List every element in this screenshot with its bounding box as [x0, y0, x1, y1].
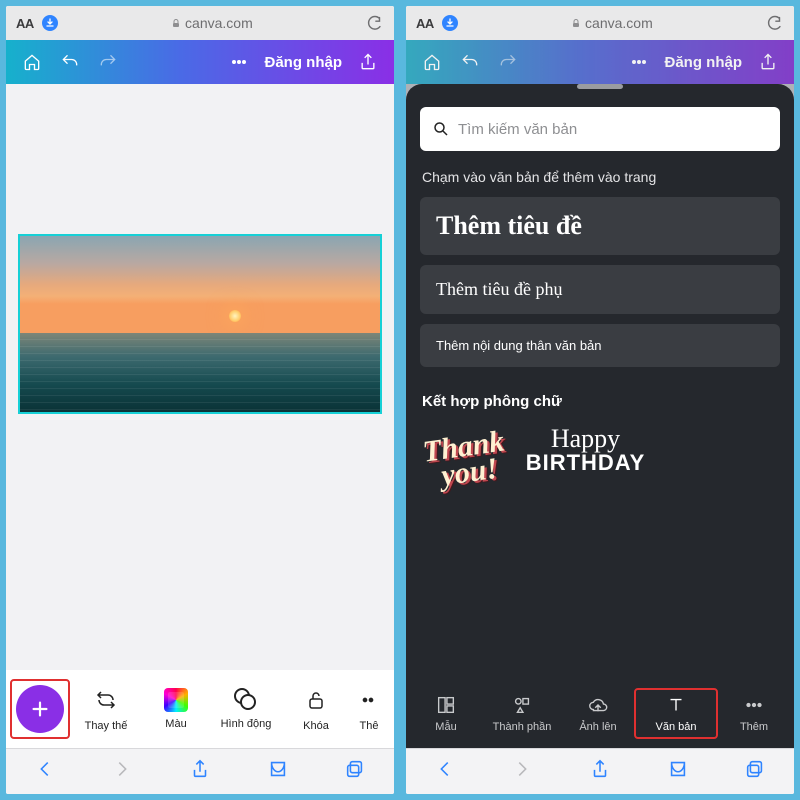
- login-button[interactable]: Đăng nhập: [659, 54, 749, 71]
- nav-label: Thành phần: [493, 721, 552, 733]
- toolbar-label: Thê: [360, 720, 379, 732]
- nav-label: Mẫu: [435, 721, 456, 733]
- nav-label: Thêm: [740, 721, 768, 733]
- templates-icon: [435, 694, 457, 716]
- font-combo-thank-you[interactable]: Thank you!: [418, 420, 511, 492]
- toolbar-label: Khóa: [303, 720, 329, 732]
- design-canvas[interactable]: [6, 84, 394, 670]
- download-indicator[interactable]: [442, 15, 458, 31]
- toolbar-label: Màu: [165, 718, 186, 730]
- more-options-button[interactable]: [221, 44, 257, 80]
- nav-label: Văn bản: [656, 721, 697, 733]
- plus-icon: [29, 698, 51, 720]
- lock-icon: [171, 18, 181, 28]
- share-button[interactable]: [350, 44, 386, 80]
- color-swatch-icon: [164, 688, 188, 712]
- forward-button: [511, 758, 533, 785]
- url-display[interactable]: canva.com: [466, 15, 758, 31]
- add-subheading-button[interactable]: Thêm tiêu đề phụ: [420, 265, 780, 314]
- tabs-button[interactable]: [344, 758, 366, 785]
- add-element-highlight: [10, 679, 70, 739]
- text-search[interactable]: Tìm kiếm văn bản: [420, 107, 780, 151]
- nav-text[interactable]: Văn bản: [634, 688, 718, 739]
- url-display[interactable]: canva.com: [66, 15, 358, 31]
- more-icon: [355, 686, 383, 714]
- back-button[interactable]: [434, 758, 456, 785]
- nav-elements[interactable]: Thành phần: [484, 694, 560, 733]
- left-screenshot: AA canva.com Đăng nhập Th: [6, 6, 394, 794]
- forward-button: [111, 758, 133, 785]
- home-button[interactable]: [14, 44, 50, 80]
- canva-app-header: Đăng nhập: [6, 40, 394, 84]
- color-button[interactable]: Màu: [142, 688, 210, 730]
- toolbar-label: Hình động: [221, 718, 272, 730]
- more-button-peek[interactable]: Thê: [352, 686, 386, 732]
- text-bottom-sheet: Tìm kiếm văn bản Chạm vào văn bản để thê…: [406, 84, 794, 678]
- text-panel-area: Tìm kiếm văn bản Chạm vào văn bản để thê…: [406, 84, 794, 678]
- safari-address-bar: AA canva.com: [6, 6, 394, 40]
- text-size-control[interactable]: AA: [416, 16, 434, 31]
- selected-image[interactable]: [18, 234, 382, 414]
- tabs-button[interactable]: [744, 758, 766, 785]
- search-icon: [432, 120, 450, 138]
- elements-icon: [511, 694, 533, 716]
- animate-icon: [234, 688, 258, 712]
- home-button[interactable]: [414, 44, 450, 80]
- font-combo-happy-birthday[interactable]: Happy BIRTHDAY: [526, 426, 646, 487]
- more-options-button[interactable]: [621, 44, 657, 80]
- tap-text-hint: Chạm vào văn bản để thêm vào trang: [422, 169, 778, 185]
- login-button[interactable]: Đăng nhập: [259, 54, 349, 71]
- safari-bottom-bar: [6, 748, 394, 794]
- right-screenshot: AA canva.com Đăng nhập Tìm kiếm văn bản …: [406, 6, 794, 794]
- editor-bottom-nav: Mẫu Thành phần Ảnh lên Văn bản Thêm: [406, 678, 794, 748]
- refresh-icon[interactable]: [366, 14, 384, 32]
- safari-share-button[interactable]: [189, 758, 211, 785]
- safari-address-bar: AA canva.com: [406, 6, 794, 40]
- safari-share-button[interactable]: [589, 758, 611, 785]
- back-button[interactable]: [34, 758, 56, 785]
- more-icon: [743, 694, 765, 716]
- refresh-icon[interactable]: [766, 14, 784, 32]
- add-element-button[interactable]: [16, 685, 64, 733]
- bookmarks-button[interactable]: [267, 758, 289, 785]
- sheet-grabber[interactable]: [577, 84, 623, 89]
- lock-icon: [571, 18, 581, 28]
- nav-label: Ảnh lên: [579, 721, 616, 733]
- share-button[interactable]: [750, 44, 786, 80]
- add-body-text-button[interactable]: Thêm nội dung thân văn bản: [420, 324, 780, 367]
- canva-app-header: Đăng nhập: [406, 40, 794, 84]
- toolbar-label: Thay thế: [85, 720, 128, 732]
- animate-button[interactable]: Hình động: [212, 688, 280, 730]
- search-placeholder: Tìm kiếm văn bản: [458, 121, 577, 138]
- redo-button[interactable]: [490, 44, 526, 80]
- nav-templates[interactable]: Mẫu: [408, 694, 484, 733]
- image-edit-toolbar: Thay thế Màu Hình động Khóa Thê: [6, 670, 394, 748]
- lock-button[interactable]: Khóa: [282, 686, 350, 732]
- text-size-control[interactable]: AA: [16, 16, 34, 31]
- nav-uploads[interactable]: Ảnh lên: [560, 694, 636, 733]
- replace-button[interactable]: Thay thế: [72, 686, 140, 732]
- redo-button[interactable]: [90, 44, 126, 80]
- text-icon: [665, 694, 687, 716]
- swap-icon: [92, 686, 120, 714]
- safari-bottom-bar: [406, 748, 794, 794]
- font-combos-title: Kết hợp phông chữ: [422, 393, 778, 410]
- undo-button[interactable]: [52, 44, 88, 80]
- download-indicator[interactable]: [42, 15, 58, 31]
- nav-more[interactable]: Thêm: [716, 694, 792, 733]
- unlock-icon: [302, 686, 330, 714]
- undo-button[interactable]: [452, 44, 488, 80]
- bookmarks-button[interactable]: [667, 758, 689, 785]
- add-heading-button[interactable]: Thêm tiêu đề: [420, 197, 780, 255]
- upload-cloud-icon: [587, 694, 609, 716]
